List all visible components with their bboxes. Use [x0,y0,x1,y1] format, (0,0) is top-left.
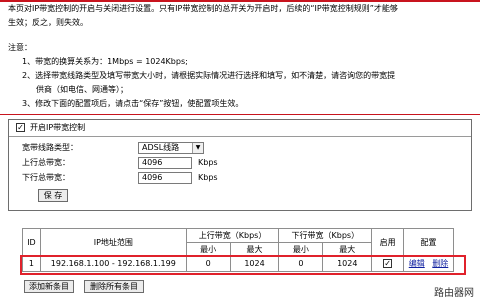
line-type-label: 宽带线路类型： [22,143,78,152]
notes-item-2a: 2、选择带宽线路类型及填写带宽大小时，请根据实际情况进行选择和填写，如不清楚，请… [22,71,396,80]
enable-bandwidth-control-checkbox[interactable]: ✓ [16,123,25,132]
header-id: ID [22,228,41,256]
notes-item-2b: 供商（如电信、网通等）； [36,85,128,94]
chevron-down-icon: ▼ [192,143,203,153]
line-type-select-value: ADSL线路 [142,143,180,152]
header-up-min: 最小 [185,242,231,256]
header-config: 配置 [403,228,454,256]
panel-header-divider [9,136,471,137]
middle-red-rule [0,114,480,115]
upstream-total-input[interactable]: 4096 [138,157,192,169]
row-highlight-frame [20,255,466,275]
header-down-max: 最大 [322,242,373,256]
notes-title: 注意： [8,43,32,52]
downstream-total-input[interactable]: 4096 [138,172,192,184]
header-downstream: 下行带宽（Kbps） [278,228,373,243]
header-down-min: 最小 [278,242,324,256]
delete-all-entries-button[interactable]: 删除所有条目 [84,280,144,293]
header-upstream: 上行带宽（Kbps） [185,228,280,243]
notes-item-3: 3、修改下面的配置项后，请点击“保存”按钮，使配置项生效。 [22,99,244,108]
top-red-rule [0,0,480,2]
downstream-total-label: 下行总带宽： [22,173,70,182]
watermark-text: 路由器网 [434,288,474,299]
upstream-unit: Kbps [198,158,218,167]
enable-bandwidth-control-label: 开启IP带宽控制 [30,123,86,132]
notes-item-1: 1、带宽的换算关系为：1Mbps = 1024Kbps; [22,57,188,66]
checkmark-icon: ✓ [17,123,24,132]
upstream-total-label: 上行总带宽： [22,158,70,167]
line-type-select[interactable]: ADSL线路 ▼ [138,142,204,154]
save-button[interactable]: 保 存 [38,189,68,202]
header-up-max: 最大 [229,242,280,256]
header-ip-range: IP地址范围 [39,228,187,256]
intro-line-2: 生效；反之，则失效。 [8,18,88,27]
downstream-unit: Kbps [198,173,218,182]
intro-line-1: 本页对IP带宽控制的开启与关闭进行设置。只有IP带宽控制的总开关为开启时，后续的… [8,4,398,13]
add-entry-button[interactable]: 添加新条目 [24,280,74,293]
header-enabled: 启用 [371,228,405,256]
